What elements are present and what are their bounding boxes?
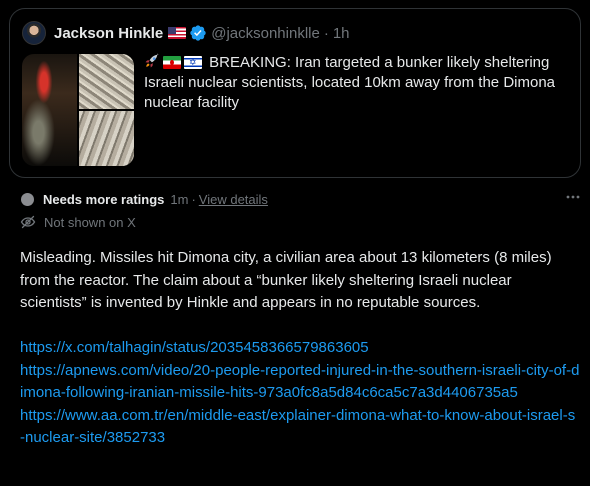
note-source-links: https://x.com/talhagin/status/2035458366… xyxy=(20,337,580,450)
visibility-label: Not shown on X xyxy=(44,214,136,230)
rating-status-icon xyxy=(21,193,34,206)
source-link[interactable]: https://x.com/talhagin/status/2035458366… xyxy=(20,337,580,360)
post-timestamp[interactable]: 1h xyxy=(333,25,350,42)
avatar[interactable] xyxy=(22,21,46,45)
verified-badge-icon xyxy=(190,25,206,41)
quoted-post-header: Jackson Hinkle @jacksonhinklle · 1h xyxy=(22,21,350,45)
header-separator: · xyxy=(323,24,329,42)
iran-flag-icon xyxy=(163,56,181,69)
source-link[interactable]: https://www.aa.com.tr/en/middle-east/exp… xyxy=(20,405,580,450)
author-handle[interactable]: @jacksonhinklle xyxy=(211,25,320,42)
community-note-header: Needs more ratings 1m · View details xyxy=(21,192,581,207)
media-thumbnail-grid[interactable] xyxy=(22,54,134,166)
rating-status-label: Needs more ratings xyxy=(43,192,165,207)
israel-flag-icon xyxy=(184,56,202,69)
media-image-explosion[interactable] xyxy=(22,54,77,166)
us-flag-icon xyxy=(168,27,187,39)
author-name[interactable]: Jackson Hinkle xyxy=(54,25,163,42)
source-link[interactable]: https://apnews.com/video/20-people-repor… xyxy=(20,360,580,405)
meta-separator: · xyxy=(191,192,196,207)
view-details-link[interactable]: View details xyxy=(199,192,268,207)
more-options-icon[interactable] xyxy=(565,189,581,205)
note-age: 1m xyxy=(170,192,189,207)
media-image-satellite-1[interactable] xyxy=(79,54,134,109)
media-image-satellite-2[interactable] xyxy=(79,111,134,166)
eye-off-icon xyxy=(20,215,36,229)
rocket-icon xyxy=(145,53,159,68)
quoted-post-card[interactable]: Jackson Hinkle @jacksonhinklle · 1h BREA… xyxy=(9,8,581,178)
visibility-status: Not shown on X xyxy=(20,214,136,230)
note-text: Misleading. Missiles hit Dimona city, a … xyxy=(20,249,552,311)
quoted-post-body: BREAKING: Iran targeted a bunker likely … xyxy=(144,54,556,111)
quoted-post-text: BREAKING: Iran targeted a bunker likely … xyxy=(144,53,574,113)
